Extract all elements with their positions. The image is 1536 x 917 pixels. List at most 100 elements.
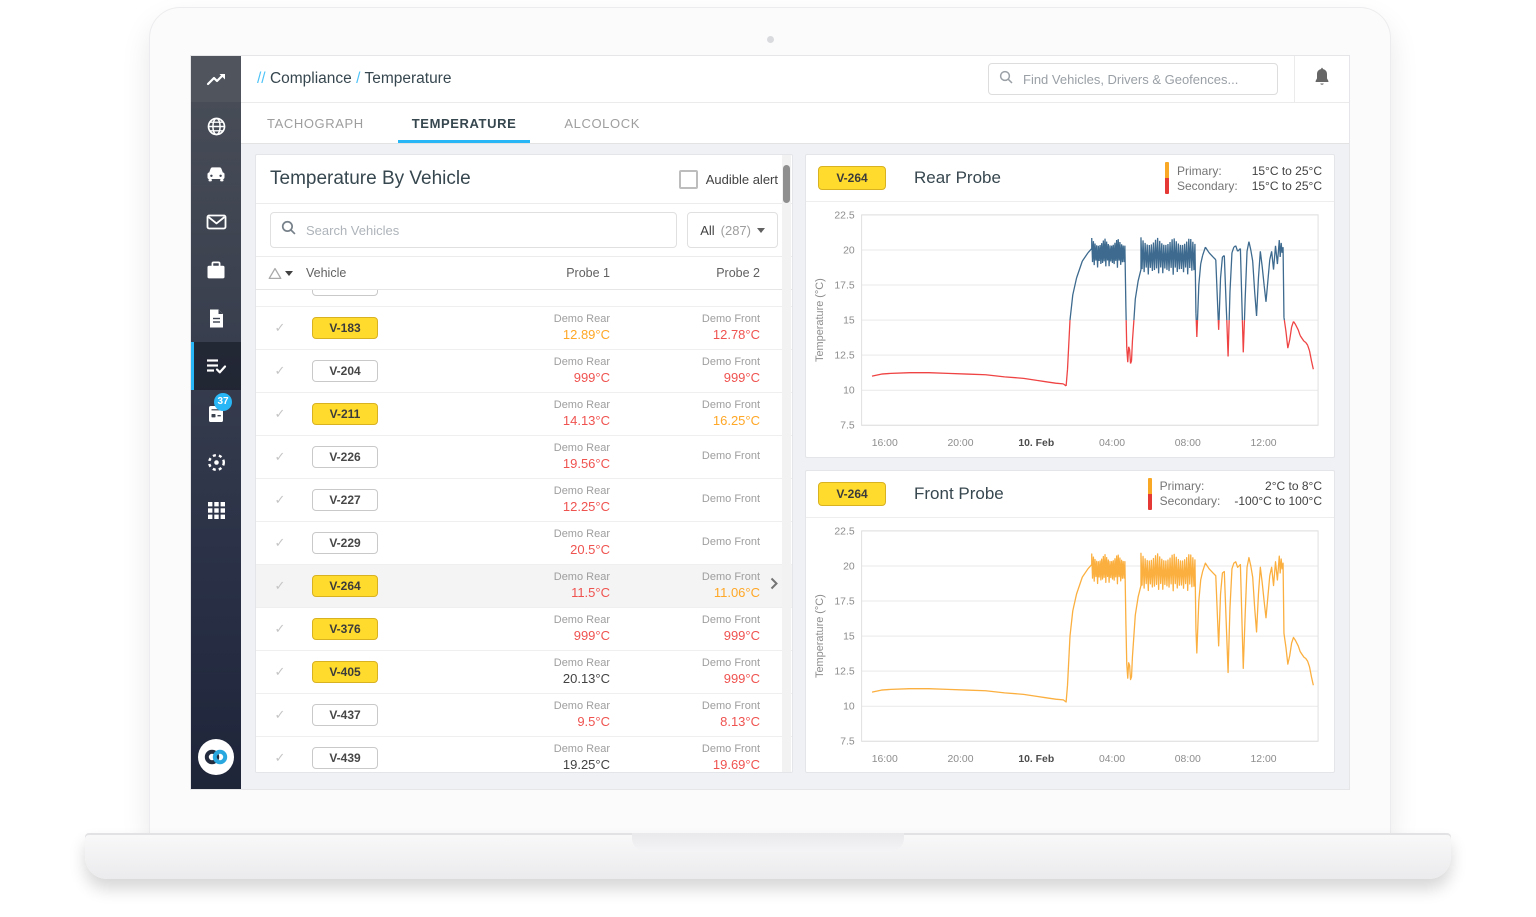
probe2-value: 12.78°C xyxy=(712,326,760,342)
tab-alcolock[interactable]: ALCOLOCK xyxy=(542,103,662,143)
table-row[interactable]: ✓ V-405 Demo Rear 20.13°C Demo Front 999… xyxy=(256,651,792,694)
check-icon: ✓ xyxy=(274,449,286,464)
sidebar-item-messages[interactable] xyxy=(191,198,241,246)
check-icon: ✓ xyxy=(274,707,286,722)
vehicle-plate-badge[interactable]: V-405 xyxy=(312,661,378,683)
vehicle-search[interactable] xyxy=(270,212,678,248)
breadcrumb-page: Temperature xyxy=(364,70,452,87)
probe1-cell: Demo Rear 14.13°C xyxy=(475,399,620,429)
rear-probe-chart[interactable]: 7.5 10 12.5 15 17.5 20 22.5 16:00 20:00 10. Feb 04… xyxy=(810,206,1330,456)
table-row[interactable]: ✓ V-227 Demo Rear 12.25°C Demo Front xyxy=(256,479,792,522)
probe2-label: Demo Front xyxy=(701,399,760,411)
sidebar-item-apps[interactable] xyxy=(191,486,241,534)
brand-logo[interactable] xyxy=(191,725,241,789)
alert-sort-control[interactable] xyxy=(256,267,304,280)
probe2-value: 16.25°C xyxy=(712,412,760,428)
probe1-value: 19.56°C xyxy=(562,455,610,471)
vehicle-list-scrollbar[interactable] xyxy=(782,155,791,772)
column-vehicle[interactable]: Vehicle xyxy=(304,266,434,280)
column-probe2[interactable]: Probe 2 xyxy=(620,266,770,280)
vehicle-plate-badge[interactable]: V-376 xyxy=(312,618,378,640)
tab-tachograph[interactable]: TACHOGRAPH xyxy=(245,103,386,143)
table-row[interactable]: ✓ V-183 Demo Rear 12.89°C Demo Front 12.… xyxy=(256,307,792,350)
audible-alert-checkbox[interactable] xyxy=(678,169,698,189)
probe2-label: Demo Front xyxy=(701,743,760,755)
table-row[interactable]: ✓ V-226 Demo Rear 19.56°C Demo Front xyxy=(256,436,792,479)
table-row[interactable]: ✓ V-439 Demo Rear 19.25°C Demo Front 19.… xyxy=(256,737,792,772)
probe2-value: 999°C xyxy=(723,627,760,643)
sidebar-item-settings[interactable] xyxy=(191,438,241,486)
sidebar-top xyxy=(191,56,241,102)
sidebar: 37 xyxy=(191,56,241,789)
primary-label: Primary: xyxy=(1159,479,1205,493)
probe2-cell: Demo Front xyxy=(620,450,770,464)
vehicle-plate-badge[interactable] xyxy=(312,290,378,296)
probe1-cell: Demo Rear 19.25°C xyxy=(475,743,620,772)
breadcrumb-separator: / xyxy=(356,70,361,87)
table-row[interactable]: ✓ V-264 Demo Rear 11.5°C Demo Front 11.0… xyxy=(256,565,792,608)
chart-title: Front Probe xyxy=(914,483,1004,503)
notifications-button[interactable] xyxy=(1294,56,1349,102)
tab-bar: TACHOGRAPH TEMPERATURE ALCOLOCK xyxy=(241,103,1349,144)
front-probe-chart[interactable]: 7.5 10 12.5 15 17.5 20 22.5 16:00 20:00 10. Feb 04… xyxy=(810,522,1330,772)
breadcrumb-section[interactable]: Compliance xyxy=(270,70,352,87)
vehicle-plate-badge[interactable]: V-439 xyxy=(312,747,378,769)
audible-alert-toggle[interactable]: Audible alert xyxy=(678,169,778,189)
table-row[interactable]: ✓ V-211 Demo Rear 14.13°C Demo Front 16.… xyxy=(256,393,792,436)
probe1-label: Demo Rear xyxy=(553,700,610,712)
probe1-label: Demo Rear xyxy=(553,571,610,583)
table-row[interactable]: ✓ V-229 Demo Rear 20.5°C Demo Front xyxy=(256,522,792,565)
svg-text:08:00: 08:00 xyxy=(1175,754,1201,765)
probe2-value: 19.69°C xyxy=(712,756,760,772)
probe1-label: Demo Rear xyxy=(553,743,610,755)
secondary-range: -100°C to 100°C xyxy=(1234,494,1322,508)
sidebar-item-documents[interactable] xyxy=(191,294,241,342)
svg-text:04:00: 04:00 xyxy=(1099,438,1125,449)
check-icon: ✓ xyxy=(274,535,286,550)
infinity-logo-icon xyxy=(198,739,234,775)
topbar-right xyxy=(988,56,1349,102)
sidebar-item-jobs[interactable] xyxy=(191,246,241,294)
check-icon: ✓ xyxy=(274,750,286,765)
vehicle-plate-badge[interactable]: V-229 xyxy=(312,532,378,554)
probe2-cell: Demo Front 999°C xyxy=(620,657,770,687)
sidebar-item-tachograph[interactable]: 37 xyxy=(191,390,241,438)
global-search-input[interactable] xyxy=(1021,70,1267,88)
sidebar-item-dashboard[interactable] xyxy=(206,56,227,103)
trend-icon xyxy=(206,73,225,86)
probe1-value: 11.5°C xyxy=(571,584,610,600)
column-probe1[interactable]: Probe 1 xyxy=(475,266,620,280)
vehicle-plate-badge[interactable]: V-211 xyxy=(312,403,378,425)
probe2-cell: Demo Front xyxy=(620,493,770,507)
svg-text:10: 10 xyxy=(843,701,855,712)
table-row[interactable]: ✓ V-376 Demo Rear 999°C Demo Front 999°C xyxy=(256,608,792,651)
sidebar-item-compliance[interactable] xyxy=(191,342,241,390)
svg-text:17.5: 17.5 xyxy=(834,596,854,607)
sidebar-item-vehicles[interactable] xyxy=(191,150,241,198)
threshold-legend: Primary: 15°C to 25°C Secondary: 15°C to… xyxy=(1164,162,1322,194)
vehicle-plate-badge[interactable]: V-204 xyxy=(312,360,378,382)
vehicle-plate-badge[interactable]: V-226 xyxy=(312,446,378,468)
sidebar-item-map[interactable] xyxy=(191,102,241,150)
table-row[interactable]: ✓ 19.88°C xyxy=(256,290,792,307)
probe1-cell: Demo Rear 19.56°C xyxy=(475,442,620,472)
table-row[interactable]: ✓ V-437 Demo Rear 9.5°C Demo Front 8.13°… xyxy=(256,694,792,737)
vehicle-plate-badge[interactable]: V-264 xyxy=(818,481,886,506)
scrollbar-thumb[interactable] xyxy=(783,165,790,203)
vehicle-plate-badge[interactable]: V-227 xyxy=(312,489,378,511)
vehicle-plate-badge[interactable]: V-183 xyxy=(312,317,378,339)
vehicle-plate-badge[interactable]: V-264 xyxy=(312,575,378,597)
search-icon xyxy=(999,70,1013,89)
global-search[interactable] xyxy=(988,63,1278,95)
probe1-value: 12.25°C xyxy=(562,498,610,514)
tab-temperature[interactable]: TEMPERATURE xyxy=(390,103,539,143)
content: Temperature By Vehicle Audible alert Sea… xyxy=(241,144,1349,789)
table-row[interactable]: ✓ V-204 Demo Rear 999°C Demo Front 999°C xyxy=(256,350,792,393)
svg-text:Temperature (°C): Temperature (°C) xyxy=(814,278,826,362)
main-area: // Compliance / Temperature Find Vehicle… xyxy=(241,56,1349,789)
vehicle-plate-badge[interactable]: V-437 xyxy=(312,704,378,726)
vehicle-plate-badge[interactable]: V-264 xyxy=(818,166,886,190)
vehicle-search-input[interactable] xyxy=(304,221,667,239)
gear-icon xyxy=(207,453,225,471)
vehicle-filter-dropdown[interactable]: All (287) xyxy=(687,212,778,248)
